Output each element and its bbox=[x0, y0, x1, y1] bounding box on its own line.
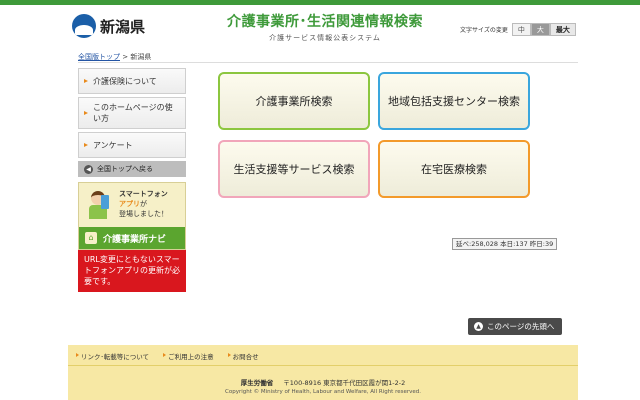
font-size-label: 文字サイズの変更 bbox=[460, 27, 508, 34]
sidebar: 介護保険について このホームページの使い方 アンケート ◀ 全国トップへ戻る ス… bbox=[78, 68, 186, 292]
font-size-large-button[interactable]: 大 bbox=[530, 23, 550, 36]
breadcrumb-separator: > bbox=[122, 53, 129, 61]
smartphone-icon bbox=[101, 195, 109, 209]
footer-link-terms[interactable]: ご利用上の注意 bbox=[163, 351, 214, 361]
facility-search-button[interactable]: 介護事業所検索 bbox=[218, 72, 370, 130]
footer-address: 〒100-8916 東京都千代田区霞が関1-2-2 bbox=[283, 379, 406, 387]
breadcrumb-divider bbox=[78, 62, 578, 63]
app-banner-text: スマートフォン アプリが 登場しました！ bbox=[119, 189, 168, 219]
font-size-max-button[interactable]: 最大 bbox=[549, 23, 576, 36]
footer-copyright: Copyright © Ministry of Health, Labour a… bbox=[225, 389, 421, 395]
app-nav-label: 介護事業所ナビ bbox=[103, 234, 167, 245]
back-to-national-top-button[interactable]: ◀ 全国トップへ戻る bbox=[78, 161, 186, 177]
app-icon: ⌂ bbox=[85, 232, 97, 244]
breadcrumb-current: 新潟県 bbox=[130, 53, 152, 61]
font-size-switcher: 文字サイズの変更 中 大 最大 bbox=[460, 23, 576, 36]
sidebar-item-label: このホームページの使い方 bbox=[93, 103, 173, 123]
sidebar-item-survey[interactable]: アンケート bbox=[78, 132, 186, 158]
footer: リンク･転載等について ご利用上の注意 お問合せ 厚生労働省 〒100-8916… bbox=[68, 345, 578, 400]
back-arrow-icon: ◀ bbox=[84, 164, 93, 174]
site-title-main: 介護事業所･生活関連情報検索 bbox=[227, 14, 423, 30]
footer-link-reprint[interactable]: リンク･転載等について bbox=[76, 351, 149, 361]
footer-divider bbox=[68, 365, 578, 366]
app-nav-bar: ⌂ 介護事業所ナビ bbox=[79, 227, 185, 249]
access-counter: 延べ:258,028 本日:137 昨日:39 bbox=[452, 238, 558, 250]
footer-link-contact[interactable]: お問合せ bbox=[227, 351, 259, 361]
prefecture-name: 新潟県 bbox=[100, 17, 146, 36]
app-banner-line2: アプリ bbox=[119, 200, 140, 208]
font-size-medium-button[interactable]: 中 bbox=[511, 23, 531, 36]
app-banner-line1: スマートフォン bbox=[119, 190, 168, 198]
sidebar-item-label: 介護保険について bbox=[93, 76, 157, 86]
footer-links: リンク･転載等について ご利用上の注意 お問合せ bbox=[76, 351, 273, 361]
footer-organization: 厚生労働省 〒100-8916 東京都千代田区霞が関1-2-2 bbox=[68, 377, 578, 387]
site-title-sub: 介護サービス情報公表システム bbox=[269, 34, 381, 42]
footer-org-name: 厚生労働省 bbox=[240, 379, 274, 387]
site-title[interactable]: 介護事業所･生活関連情報検索 介護サービス情報公表システム bbox=[200, 11, 450, 43]
prefecture-emblem-icon bbox=[72, 14, 96, 38]
regional-support-center-search-button[interactable]: 地域包括支援センター検索 bbox=[378, 72, 530, 130]
breadcrumb: 全国版トップ > 新潟県 bbox=[78, 52, 151, 62]
breadcrumb-home-link[interactable]: 全国版トップ bbox=[78, 53, 120, 61]
app-banner-line3: 登場しました！ bbox=[119, 210, 168, 218]
app-update-notice[interactable]: URL変更にともないスマートフォンアプリの更新が必要です。 bbox=[78, 250, 186, 292]
header: 新潟県 介護事業所･生活関連情報検索 介護サービス情報公表システム 文字サイズの… bbox=[0, 5, 640, 47]
sidebar-item-insurance[interactable]: 介護保険について bbox=[78, 68, 186, 94]
page-top-button[interactable]: ▲ このページの先頭へ bbox=[468, 318, 562, 335]
page-top-label: このページの先頭へ bbox=[487, 322, 555, 331]
app-banner-line2-suffix: が bbox=[140, 200, 147, 208]
sidebar-item-label: アンケート bbox=[93, 140, 133, 150]
sidebar-item-how-to-use[interactable]: このホームページの使い方 bbox=[78, 97, 186, 129]
home-medical-care-search-button[interactable]: 在宅医療検索 bbox=[378, 140, 530, 198]
smartphone-app-banner[interactable]: スマートフォン アプリが 登場しました！ ⌂ 介護事業所ナビ bbox=[78, 182, 186, 250]
life-support-service-search-button[interactable]: 生活支援等サービス検索 bbox=[218, 140, 370, 198]
up-arrow-icon: ▲ bbox=[474, 322, 483, 331]
back-to-national-top-label: 全国トップへ戻る bbox=[97, 165, 153, 173]
prefecture-logo[interactable]: 新潟県 bbox=[72, 11, 152, 41]
